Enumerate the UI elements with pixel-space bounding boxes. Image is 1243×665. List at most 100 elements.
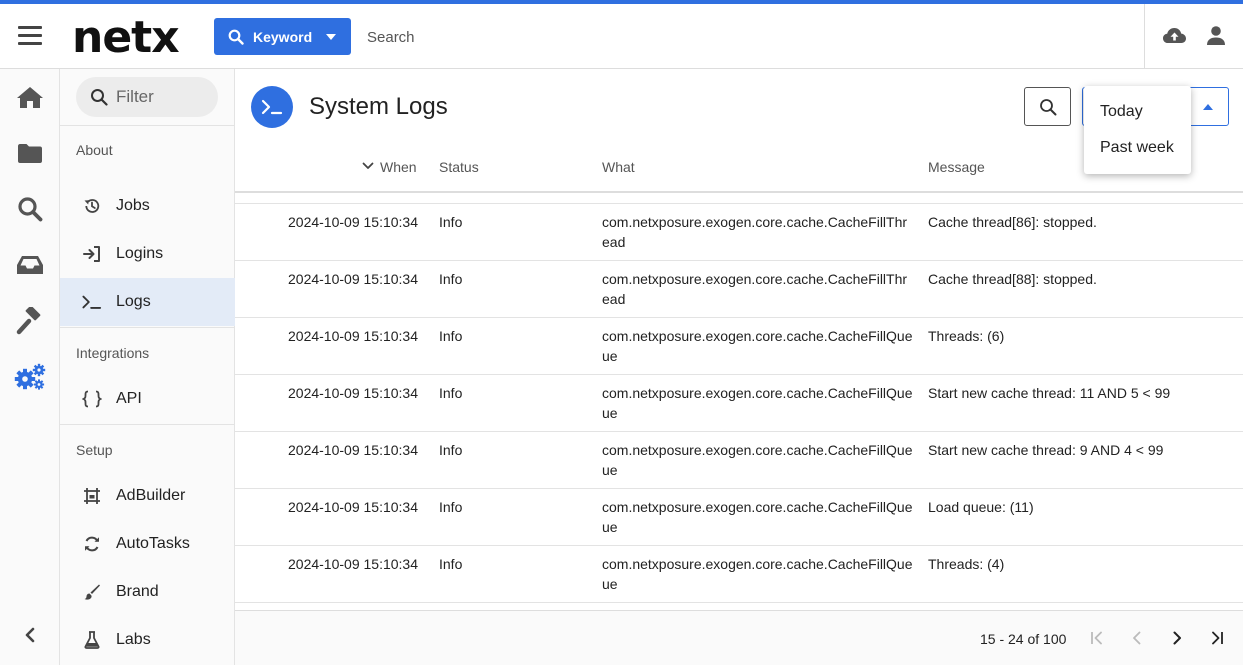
pagination-footer: 15 - 24 of 100 (235, 611, 1243, 665)
user-icon[interactable] (1206, 25, 1226, 47)
hammer-icon[interactable] (14, 305, 46, 337)
row-divider (235, 602, 1243, 603)
first-page-icon[interactable] (1087, 628, 1107, 648)
row-divider (235, 374, 1243, 375)
section-integrations: Integrations (76, 345, 150, 361)
keyword-dropdown-button[interactable]: Keyword (214, 18, 351, 55)
last-page-icon[interactable] (1207, 628, 1227, 648)
cell-message: Start new cache thread: 9 AND 4 < 99 (928, 442, 1164, 458)
sidebar-item-brand[interactable]: Brand (60, 568, 235, 616)
sidebar-item-api[interactable]: API (60, 375, 235, 423)
terminal-title-icon (251, 86, 293, 128)
cell-message: Threads: (6) (928, 328, 1005, 344)
collapse-chevron-icon[interactable] (14, 619, 46, 651)
next-page-icon[interactable] (1167, 628, 1187, 648)
previous-page-icon[interactable] (1127, 628, 1147, 648)
search-rail-icon[interactable] (14, 193, 46, 225)
sidebar-item-label: AdBuilder (116, 487, 186, 504)
sidebar-item-logins[interactable]: Logins (60, 230, 235, 278)
row-divider (235, 431, 1243, 432)
cell-when: 2024-10-09 15:10:34 (288, 271, 418, 287)
caret-up-icon (1203, 104, 1213, 110)
settings-sidebar: Filter About Jobs Logins Logs Integratio… (60, 69, 235, 665)
netx-logo[interactable]: netx (72, 12, 180, 64)
cell-message: Load queue: (11) (928, 499, 1034, 515)
sidebar-item-label: Brand (116, 583, 159, 600)
cell-status: Info (439, 442, 463, 458)
dropdown-option-today[interactable]: Today (1100, 103, 1143, 121)
row-divider (235, 488, 1243, 489)
cell-what: com.netxposure.exogen.core.cache.CacheFi… (602, 271, 908, 307)
cell-when: 2024-10-09 15:10:34 (288, 499, 418, 515)
sidebar-divider (60, 125, 235, 126)
cloud-upload-icon[interactable] (1162, 25, 1187, 47)
cell-when: 2024-10-09 15:10:34 (288, 556, 418, 572)
cell-when: 2024-10-09 15:10:34 (288, 328, 418, 344)
sidebar-item-labs[interactable]: Labs (60, 616, 235, 664)
login-icon (82, 244, 102, 264)
cell-what: com.netxposure.exogen.core.cache.CacheFi… (602, 328, 913, 364)
dropdown-option-past-week[interactable]: Past week (1100, 139, 1174, 157)
gears-icon[interactable] (14, 361, 46, 393)
cell-status: Info (439, 271, 463, 287)
cell-when: 2024-10-09 15:10:34 (288, 214, 418, 230)
cell-what: com.netxposure.exogen.core.cache.CacheFi… (602, 214, 908, 250)
row-divider (235, 317, 1243, 318)
row-divider (235, 260, 1243, 261)
sidebar-item-jobs[interactable]: Jobs (60, 182, 235, 230)
folder-icon[interactable] (14, 137, 46, 169)
pagination-range: 15 - 24 of 100 (980, 631, 1067, 647)
terminal-icon (82, 292, 102, 312)
sidebar-item-autotasks[interactable]: AutoTasks (60, 520, 235, 568)
cell-status: Info (439, 499, 463, 515)
cell-status: Info (439, 214, 463, 230)
sidebar-item-label: Logins (116, 245, 164, 262)
sidebar-divider (60, 327, 235, 328)
flask-icon (82, 630, 102, 650)
brush-icon (82, 582, 102, 602)
sidebar-item-label: Jobs (116, 197, 150, 214)
cell-message: Cache thread[88]: stopped. (928, 271, 1097, 287)
menu-icon[interactable] (18, 26, 42, 46)
sidebar-divider (60, 424, 235, 425)
sidebar-item-logs[interactable]: Logs (60, 278, 235, 326)
caret-down-icon (326, 33, 337, 40)
column-header-when[interactable]: When (380, 159, 417, 175)
cell-message: Start new cache thread: 11 AND 5 < 99 (928, 385, 1171, 401)
filter-search-icon (91, 89, 108, 106)
keyword-label: Keyword (253, 28, 313, 45)
sidebar-item-label: Labs (116, 631, 151, 648)
sidebar-item-label: AutoTasks (116, 535, 190, 552)
sidebar-item-label: API (116, 390, 142, 407)
table-search-button[interactable] (1024, 87, 1071, 126)
search-input[interactable] (360, 22, 960, 52)
cell-when: 2024-10-09 15:10:34 (288, 442, 418, 458)
cell-status: Info (439, 328, 463, 344)
cell-message: Threads: (4) (928, 556, 1005, 572)
column-header-message[interactable]: Message (928, 159, 985, 175)
column-header-what[interactable]: What (602, 159, 635, 175)
top-bar: netx Keyword (0, 4, 1243, 69)
section-about: About (76, 142, 113, 158)
filter-input[interactable]: Filter (76, 77, 218, 117)
main-content: System Logs Today Past week When Status … (235, 69, 1243, 665)
cell-status: Info (439, 385, 463, 401)
table-header-divider (235, 191, 1243, 193)
history-icon (82, 196, 102, 216)
inbox-icon[interactable] (14, 249, 46, 281)
filter-placeholder: Filter (116, 87, 154, 106)
sidebar-item-adbuilder[interactable]: AdBuilder (60, 472, 235, 520)
section-setup: Setup (76, 442, 113, 458)
cell-what: com.netxposure.exogen.core.cache.CacheFi… (602, 385, 913, 421)
search-icon (1039, 98, 1056, 115)
sidebar-item-label: Logs (116, 293, 151, 310)
search-icon (228, 29, 244, 45)
page-title: System Logs (309, 93, 448, 120)
cell-message: Cache thread[86]: stopped. (928, 214, 1097, 230)
home-icon[interactable] (14, 81, 46, 113)
sort-descending-icon[interactable] (362, 162, 374, 170)
icon-rail (0, 69, 60, 665)
sync-icon (82, 534, 102, 554)
column-header-status[interactable]: Status (439, 159, 479, 175)
cell-what: com.netxposure.exogen.core.cache.CacheFi… (602, 499, 913, 535)
